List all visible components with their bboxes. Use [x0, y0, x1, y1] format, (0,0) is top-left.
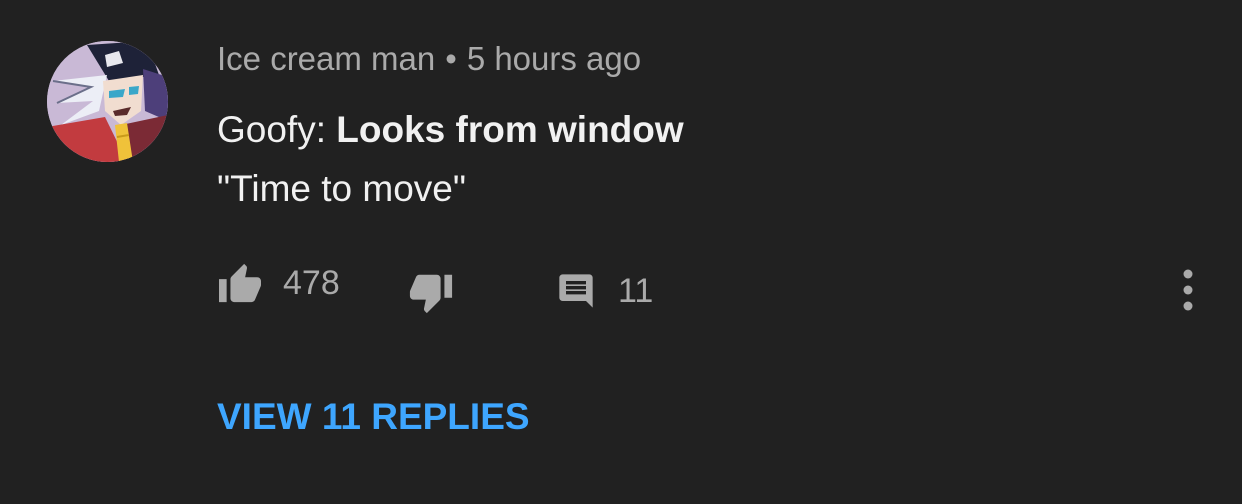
reply-button[interactable]: 11	[556, 270, 653, 312]
comment-text-line-2: "Time to move"	[217, 168, 467, 209]
comment-meta: Ice cream man • 5 hours ago	[217, 40, 641, 78]
comment-text-prefix: Goofy:	[217, 109, 337, 150]
thumbs-up-icon	[219, 263, 261, 303]
comment-timestamp: 5 hours ago	[466, 40, 642, 77]
more-options-button[interactable]	[1172, 268, 1204, 314]
avatar-image	[47, 41, 168, 162]
comment-icon	[559, 274, 593, 308]
dislike-button[interactable]	[408, 266, 454, 318]
comment-text-bold: Looks from window	[336, 109, 684, 150]
like-count: 478	[283, 263, 340, 302]
comment-item: Ice cream man • 5 hours ago Goofy: Looks f…	[0, 0, 1242, 504]
comment-text-line-1: Goofy: Looks from window	[217, 109, 684, 151]
meta-separator: •	[445, 40, 457, 77]
thumbs-down-icon	[409, 274, 453, 314]
reply-count: 11	[618, 271, 654, 310]
author-name[interactable]: Ice cream man	[217, 40, 435, 77]
avatar[interactable]	[47, 41, 168, 162]
like-button[interactable]: 478	[217, 262, 340, 304]
more-vert-icon	[1183, 269, 1193, 311]
view-replies-link[interactable]: VIEW 11 REPLIES	[217, 396, 530, 438]
